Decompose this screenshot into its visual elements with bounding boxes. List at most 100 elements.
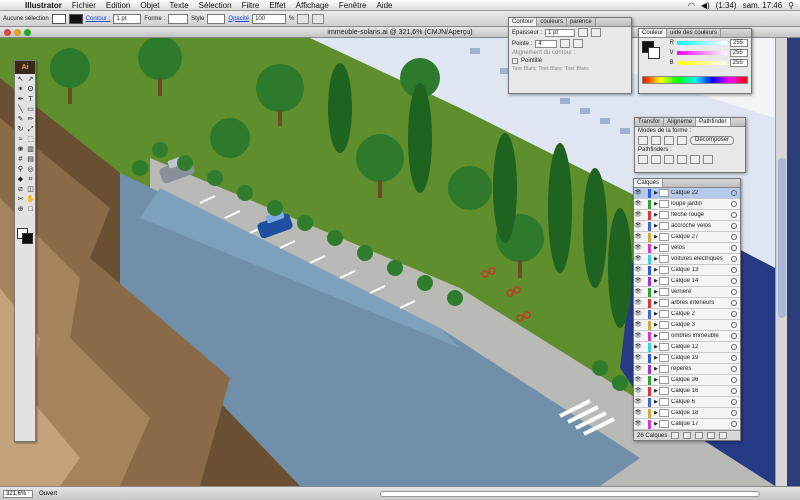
target-circle-icon[interactable]	[731, 333, 737, 339]
visibility-eye-icon[interactable]: 👁	[634, 398, 642, 407]
visibility-eye-icon[interactable]: 👁	[634, 365, 642, 374]
layer-name[interactable]: Calque 27	[671, 234, 731, 240]
visibility-eye-icon[interactable]: 👁	[634, 233, 642, 242]
layer-name[interactable]: Calque 19	[671, 355, 731, 361]
magic-wand-tool-icon[interactable]: ✶	[16, 85, 25, 94]
intersection-button[interactable]	[664, 136, 674, 145]
menu-objet[interactable]: Objet	[135, 1, 164, 10]
menu-filtre[interactable]: Filtre	[237, 1, 265, 10]
visibility-eye-icon[interactable]: 👁	[634, 321, 642, 330]
target-circle-icon[interactable]	[731, 190, 737, 196]
target-circle-icon[interactable]	[731, 223, 737, 229]
arrange-icon[interactable]	[312, 13, 325, 24]
visibility-eye-icon[interactable]: 👁	[634, 222, 642, 231]
layer-row[interactable]: 👁 ▶ loupe jardin	[634, 199, 740, 210]
layer-row[interactable]: 👁 ▶ repères	[634, 364, 740, 375]
target-circle-icon[interactable]	[731, 399, 737, 405]
symbol-sprayer-tool-icon[interactable]: ❀	[16, 145, 25, 154]
new-layer-button[interactable]	[707, 432, 716, 439]
visibility-eye-icon[interactable]: 👁	[634, 189, 642, 198]
lasso-tool-icon[interactable]: ʘ	[26, 85, 35, 94]
target-circle-icon[interactable]	[731, 267, 737, 273]
tab-couleur[interactable]: Couleur	[639, 29, 668, 37]
layer-row[interactable]: 👁 ▶ verriere	[634, 287, 740, 298]
line-tool-icon[interactable]: ╲	[16, 105, 25, 114]
minimize-window-icon[interactable]	[14, 29, 21, 36]
join-round-button[interactable]	[573, 39, 584, 48]
new-sublayer-button[interactable]	[695, 432, 704, 439]
recolor-icon[interactable]	[297, 13, 310, 24]
target-circle-icon[interactable]	[731, 366, 737, 372]
scale-tool-icon[interactable]: ⤢	[26, 125, 35, 134]
cadrage-button[interactable]	[677, 155, 687, 164]
target-circle-icon[interactable]	[731, 289, 737, 295]
target-circle-icon[interactable]	[731, 421, 737, 427]
scrollbar-thumb[interactable]	[778, 158, 786, 318]
target-circle-icon[interactable]	[731, 212, 737, 218]
join-miter-button[interactable]	[560, 39, 571, 48]
channel-v-field[interactable]: 255	[729, 49, 748, 57]
channel-v-slider[interactable]	[676, 51, 727, 55]
layer-row[interactable]: 👁 ▶ Calque 27	[634, 232, 740, 243]
layer-name[interactable]: Calque 22	[671, 190, 731, 196]
layer-name[interactable]: loupe jardin	[671, 201, 731, 207]
decomposer-button[interactable]: Décomposer	[690, 136, 735, 145]
layer-name[interactable]: verriere	[671, 289, 731, 295]
target-circle-icon[interactable]	[731, 410, 737, 416]
layer-name[interactable]: Calque 16	[671, 388, 731, 394]
cap-butt-button[interactable]	[578, 28, 589, 37]
battery-status[interactable]: (1:34)	[716, 1, 737, 10]
horizontal-scrollbar[interactable]	[380, 490, 760, 497]
pointille-checkbox[interactable]	[512, 58, 518, 64]
fill-swatch[interactable]	[51, 13, 66, 24]
target-circle-icon[interactable]	[731, 322, 737, 328]
slice-tool-icon[interactable]: ⧄	[16, 185, 25, 194]
direct-selection-tool-icon[interactable]: ↗	[26, 75, 35, 84]
clock[interactable]: sam. 17:46	[743, 1, 783, 10]
style-dropdown[interactable]	[207, 13, 226, 24]
menu-edition[interactable]: Edition	[101, 1, 135, 10]
visibility-eye-icon[interactable]: 👁	[634, 387, 642, 396]
target-circle-icon[interactable]	[731, 377, 737, 383]
menu-aide[interactable]: Aide	[371, 1, 397, 10]
layer-name[interactable]: ombres immeuble	[671, 333, 731, 339]
layer-row[interactable]: 👁 ▶ accroche velos	[634, 221, 740, 232]
layer-name[interactable]: Calque 17	[671, 421, 731, 427]
menu-fichier[interactable]: Fichier	[67, 1, 101, 10]
stroke-label[interactable]: Contour :	[86, 16, 111, 22]
target-circle-icon[interactable]	[731, 278, 737, 284]
layer-row[interactable]: 👁 ▶ Calque 12	[634, 342, 740, 353]
layer-name[interactable]: Calque 12	[671, 344, 731, 350]
target-circle-icon[interactable]	[731, 388, 737, 394]
zoom-window-icon[interactable]	[24, 29, 31, 36]
pencil-tool-icon[interactable]: ✏	[26, 115, 35, 124]
menu-fenetre[interactable]: Fenêtre	[334, 1, 372, 10]
layer-name[interactable]: Calque 6	[671, 399, 731, 405]
channel-r-field[interactable]: 255	[730, 39, 748, 47]
epaisseur-field[interactable]: 1 pt	[545, 28, 576, 37]
opacity-label[interactable]: Opacité	[228, 16, 249, 22]
opacity-field[interactable]: 100	[252, 13, 287, 24]
exclusion-button[interactable]	[677, 136, 687, 145]
channel-b-field[interactable]: 255	[729, 59, 748, 67]
eraser-tool-icon[interactable]: ◫	[26, 185, 35, 194]
target-circle-icon[interactable]	[731, 344, 737, 350]
visibility-eye-icon[interactable]: 👁	[634, 343, 642, 352]
menu-selection[interactable]: Sélection	[194, 1, 237, 10]
layer-name[interactable]: Calque 18	[671, 410, 731, 416]
unite-button[interactable]	[638, 136, 648, 145]
layer-name[interactable]: flèche rouge	[671, 212, 731, 218]
pointe-field[interactable]: 4	[535, 39, 558, 48]
visibility-eye-icon[interactable]: 👁	[634, 420, 642, 429]
channel-r-slider[interactable]	[677, 41, 727, 45]
channel-b-slider[interactable]	[676, 61, 727, 65]
cap-round-button[interactable]	[591, 28, 602, 37]
rectangle-tool-icon[interactable]: ▭	[26, 105, 35, 114]
scissors-tool-icon[interactable]: ✂	[16, 195, 25, 204]
layer-name[interactable]: arbres interieurs	[671, 300, 731, 306]
wifi-icon[interactable]: ◠	[688, 1, 695, 10]
target-circle-icon[interactable]	[731, 256, 737, 262]
page-tool-icon[interactable]: □	[26, 205, 35, 214]
visibility-eye-icon[interactable]: 👁	[634, 354, 642, 363]
layer-name[interactable]: velos	[671, 245, 731, 251]
